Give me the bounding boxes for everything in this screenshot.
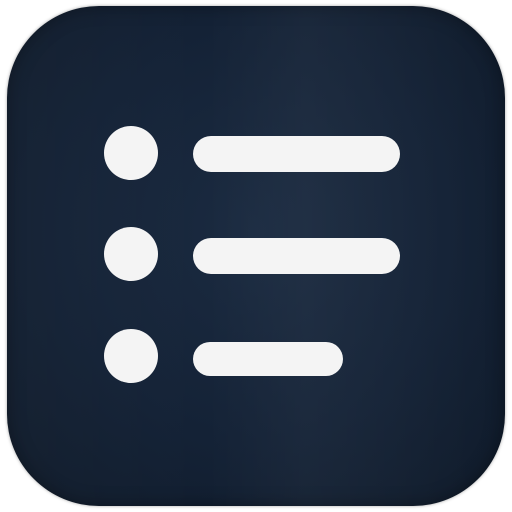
list-line-1	[193, 136, 400, 172]
list-app-icon[interactable]	[7, 6, 505, 506]
list-line-2	[193, 238, 400, 274]
bullet-dot-1	[104, 126, 158, 180]
bullet-dot-3	[104, 329, 158, 383]
bulleted-list-icon	[104, 126, 400, 383]
list-line-3	[193, 342, 343, 376]
bullet-dot-2	[104, 227, 158, 281]
